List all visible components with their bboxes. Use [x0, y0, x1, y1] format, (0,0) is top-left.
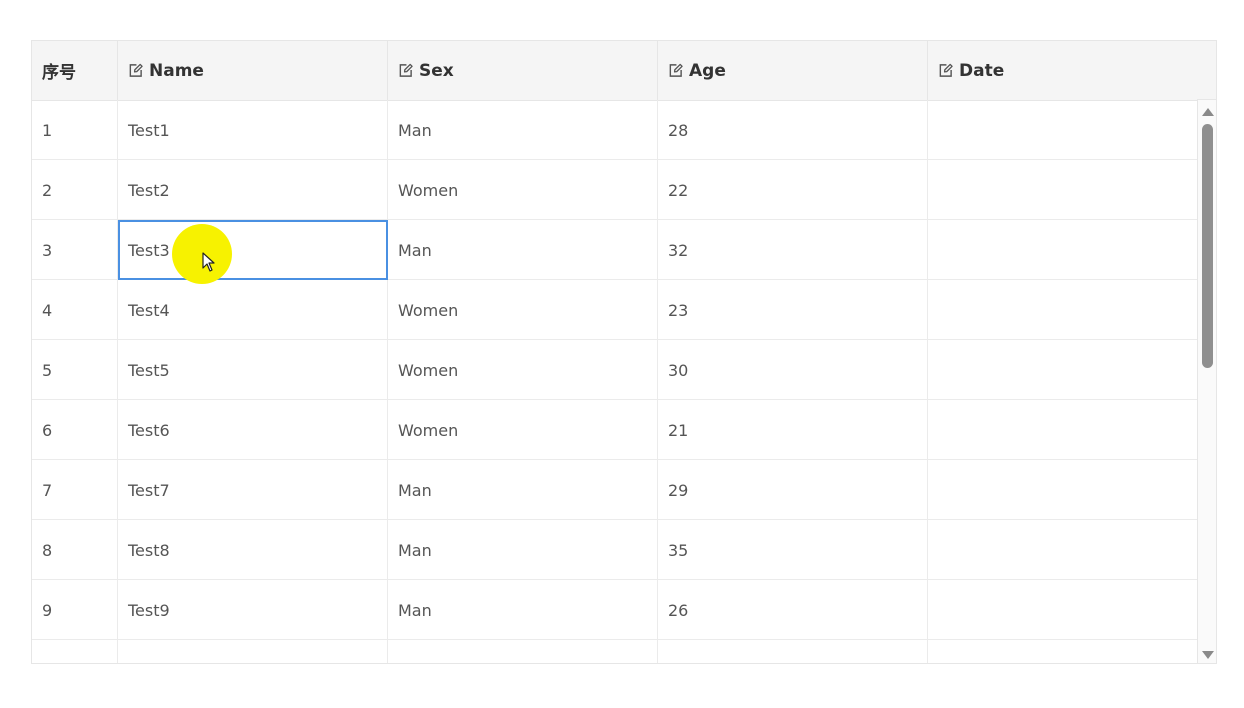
table-cell[interactable]: Women: [388, 400, 658, 460]
table-cell[interactable]: Test6: [118, 400, 388, 460]
triangle-down-icon[interactable]: [1202, 651, 1214, 659]
table-cell[interactable]: 21: [658, 400, 928, 460]
column-header-label: Sex: [419, 60, 454, 81]
table-cell[interactable]: Test7: [118, 460, 388, 520]
column-header-index[interactable]: 序号: [32, 41, 118, 100]
table-cell[interactable]: Man: [388, 460, 658, 520]
table-cell[interactable]: Women: [388, 160, 658, 220]
table-row: 1 Test1 Man 28: [32, 100, 1198, 160]
table-cell[interactable]: 1: [32, 100, 118, 160]
table-cell[interactable]: [928, 640, 1198, 663]
table-cell[interactable]: 32: [658, 220, 928, 280]
table-cell[interactable]: Man: [388, 520, 658, 580]
edit-icon: [669, 63, 683, 77]
column-header-date[interactable]: Date: [928, 41, 1198, 100]
table-cell[interactable]: Test1: [118, 100, 388, 160]
table-cell[interactable]: 23: [658, 280, 928, 340]
column-header-label: 序号: [42, 63, 76, 83]
table-cell[interactable]: 35: [658, 520, 928, 580]
table-cell[interactable]: [32, 640, 118, 663]
column-header-age[interactable]: Age: [658, 41, 928, 100]
table-cell[interactable]: Test5: [118, 340, 388, 400]
table-cell[interactable]: [928, 400, 1198, 460]
table-cell[interactable]: Man: [388, 220, 658, 280]
column-header-sex[interactable]: Sex: [388, 41, 658, 100]
table-cell[interactable]: [928, 160, 1198, 220]
column-header-name[interactable]: Name: [118, 41, 388, 100]
table-cell[interactable]: 5: [32, 340, 118, 400]
table-row: 4 Test4 Women 23: [32, 280, 1198, 340]
scrollbar-thumb[interactable]: [1202, 124, 1213, 368]
table-cell[interactable]: 22: [658, 160, 928, 220]
table-cell[interactable]: 4: [32, 280, 118, 340]
grid-header: 序号 Name Sex Age Date: [32, 41, 1198, 101]
grid-body: 1 Test1 Man 28 2 Test2 Women 22 3 Test3 Man 32 4 Test…: [32, 100, 1198, 663]
triangle-up-icon[interactable]: [1202, 108, 1214, 116]
table-cell[interactable]: [928, 280, 1198, 340]
table-cell[interactable]: Test8: [118, 520, 388, 580]
table-cell[interactable]: 29: [658, 460, 928, 520]
column-header-label: Name: [149, 60, 204, 81]
table-cell[interactable]: [928, 340, 1198, 400]
table-cell[interactable]: [928, 580, 1198, 640]
table-cell[interactable]: Women: [388, 280, 658, 340]
table-cell[interactable]: [928, 100, 1198, 160]
data-grid: 序号 Name Sex Age Date 1 Test1 Man 28 2 Test2 Women 2…: [31, 40, 1217, 664]
table-row: 2 Test2 Women 22: [32, 160, 1198, 220]
table-row: 7 Test7 Man 29: [32, 460, 1198, 520]
table-cell[interactable]: Test9: [118, 580, 388, 640]
table-cell[interactable]: [928, 460, 1198, 520]
table-cell[interactable]: 6: [32, 400, 118, 460]
table-cell[interactable]: 3: [32, 220, 118, 280]
table-cell[interactable]: 9: [32, 580, 118, 640]
table-cell[interactable]: 26: [658, 580, 928, 640]
vertical-scrollbar[interactable]: [1197, 100, 1216, 663]
table-cell[interactable]: Women: [388, 340, 658, 400]
table-cell[interactable]: [928, 520, 1198, 580]
table-cell[interactable]: 7: [32, 460, 118, 520]
table-cell[interactable]: Man: [388, 100, 658, 160]
table-cell[interactable]: 2: [32, 160, 118, 220]
table-cell[interactable]: [658, 640, 928, 663]
table-cell[interactable]: 28: [658, 100, 928, 160]
column-header-label: Age: [689, 60, 726, 81]
table-cell[interactable]: Man: [388, 580, 658, 640]
table-row: [32, 640, 1198, 663]
table-cell[interactable]: 8: [32, 520, 118, 580]
table-row: 8 Test8 Man 35: [32, 520, 1198, 580]
table-cell[interactable]: Test4: [118, 280, 388, 340]
table-cell[interactable]: [388, 640, 658, 663]
edit-icon: [939, 63, 953, 77]
edit-icon: [129, 63, 143, 77]
table-cell[interactable]: 30: [658, 340, 928, 400]
table-cell[interactable]: Test2: [118, 160, 388, 220]
table-row: 9 Test9 Man 26: [32, 580, 1198, 640]
edit-icon: [399, 63, 413, 77]
selected-cell[interactable]: Test3: [118, 220, 388, 280]
table-cell[interactable]: [118, 640, 388, 663]
header-corner: [1197, 41, 1216, 100]
table-row: 5 Test5 Women 30: [32, 340, 1198, 400]
table-row: 6 Test6 Women 21: [32, 400, 1198, 460]
table-cell[interactable]: [928, 220, 1198, 280]
mouse-pointer-icon: [202, 252, 215, 272]
column-header-label: Date: [959, 60, 1005, 81]
